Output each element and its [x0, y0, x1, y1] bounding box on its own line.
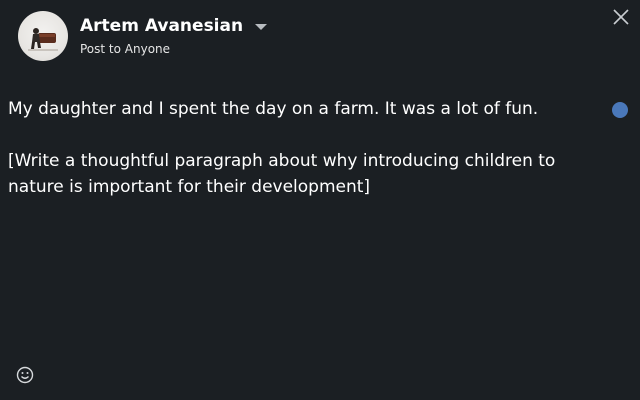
- post-visibility: Post to Anyone: [80, 42, 171, 56]
- close-icon: [613, 9, 629, 25]
- emoji-button[interactable]: [16, 366, 34, 384]
- author-identity: Artem Avanesian Post to Anyone: [80, 16, 268, 56]
- assistant-indicator[interactable]: [612, 102, 628, 118]
- post-text-line[interactable]: My daughter and I spent the day on a far…: [8, 96, 608, 122]
- close-button[interactable]: [610, 6, 632, 28]
- emoji-icon: [16, 366, 34, 384]
- post-editor[interactable]: My daughter and I spent the day on a far…: [8, 96, 608, 200]
- author-name-row: Artem Avanesian: [80, 16, 268, 36]
- author-selector[interactable]: Artem Avanesian Post to Anyone: [18, 10, 268, 62]
- avatar: [18, 11, 68, 61]
- chevron-down-icon: [255, 24, 268, 30]
- post-composer: Artem Avanesian Post to Anyone My daught…: [0, 0, 640, 400]
- author-name: Artem Avanesian: [80, 16, 244, 36]
- post-text-line[interactable]: [Write a thoughtful paragraph about why …: [8, 148, 608, 200]
